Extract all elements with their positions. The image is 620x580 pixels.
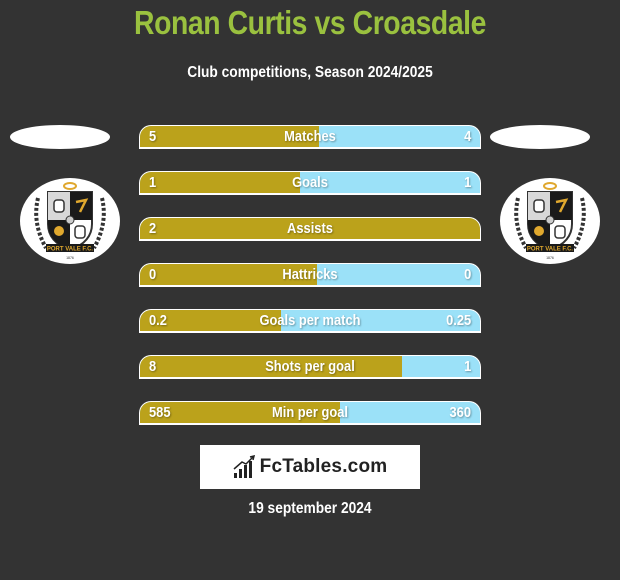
stat-label: Hattricks — [282, 266, 338, 283]
svg-text:1876: 1876 — [66, 256, 74, 260]
right-value: 4 — [463, 128, 471, 145]
right-value: 360 — [449, 404, 471, 421]
stat-row-matches: 5 Matches 4 — [139, 125, 481, 149]
left-value: 1 — [149, 174, 157, 191]
left-value: 5 — [149, 128, 157, 145]
brand-name: FcTables.com — [259, 456, 388, 477]
crest-banner-text: PORT VALE F.C. — [47, 247, 94, 253]
stat-row-min-per-goal: 585 Min per goal 360 — [139, 401, 481, 425]
port-vale-crest-icon: PORT VALE F.C. 1876 — [34, 182, 106, 260]
report-date: 19 september 2024 — [248, 500, 372, 517]
fctables-logo-link[interactable]: FcTables.com — [200, 445, 420, 489]
left-team-crest: PORT VALE F.C. 1876 — [20, 178, 120, 264]
page-title: Ronan Curtis vs Croasdale — [134, 4, 486, 41]
stat-label: Shots per goal — [265, 358, 355, 375]
stat-label: Min per goal — [272, 404, 348, 421]
stat-row-goals-per-match: 0.2 Goals per match 0.25 — [139, 309, 481, 333]
right-value: 0 — [463, 266, 471, 283]
competition-subtitle: Club competitions, Season 2024/2025 — [187, 64, 433, 81]
left-player-badge-placeholder — [10, 125, 110, 149]
bar-chart-icon — [233, 455, 255, 478]
right-value: 0.25 — [445, 312, 471, 329]
right-value: 1 — [463, 358, 471, 375]
right-value: 1 — [463, 174, 471, 191]
left-value: 2 — [149, 220, 157, 237]
left-value: 0 — [149, 266, 157, 283]
stat-row-hattricks: 0 Hattricks 0 — [139, 263, 481, 287]
left-value: 8 — [149, 358, 157, 375]
right-player-badge-placeholder — [490, 125, 590, 149]
stat-label: Matches — [284, 128, 336, 145]
right-team-crest: PORT VALE F.C. 1876 — [500, 178, 600, 264]
stat-label: Assists — [287, 220, 333, 237]
crest-banner-text: PORT VALE F.C. — [527, 247, 574, 253]
port-vale-crest-icon: PORT VALE F.C. 1876 — [514, 182, 586, 260]
stat-row-goals: 1 Goals 1 — [139, 171, 481, 195]
stat-label: Goals per match — [259, 312, 361, 329]
stat-row-shots-per-goal: 8 Shots per goal 1 — [139, 355, 481, 379]
svg-text:1876: 1876 — [546, 256, 554, 260]
stat-row-assists: 2 Assists — [139, 217, 481, 241]
stat-label: Goals — [292, 174, 328, 191]
